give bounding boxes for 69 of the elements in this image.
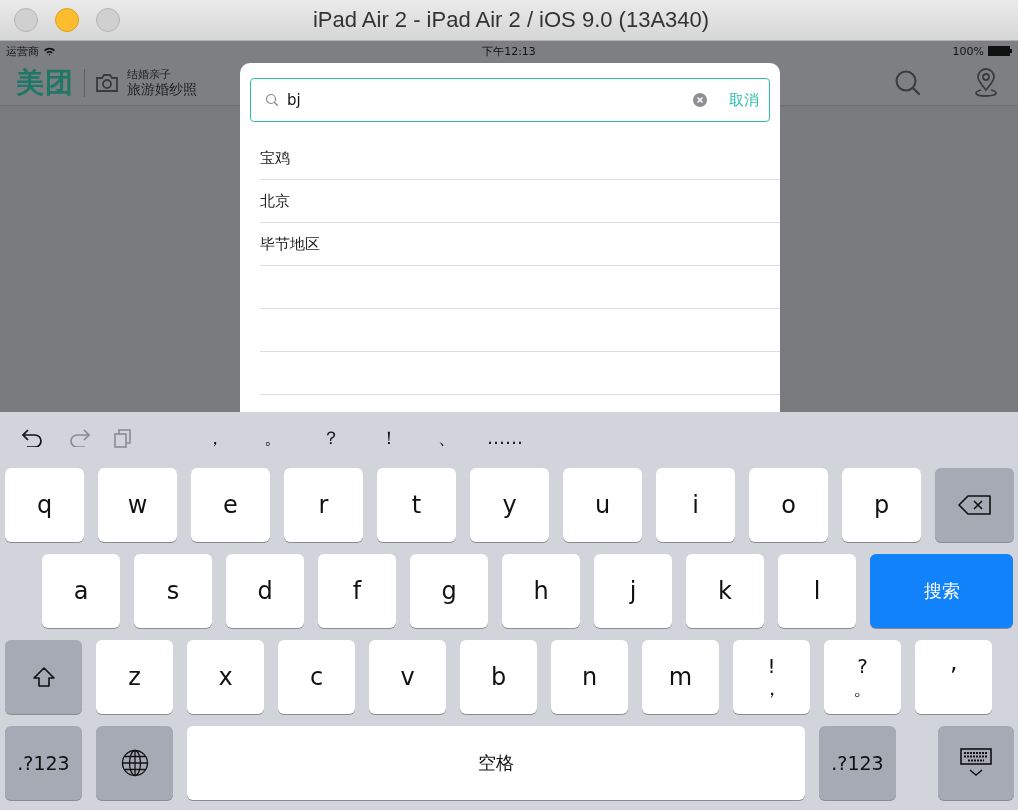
search-field[interactable]: bj 取消 (250, 78, 770, 122)
punctuation-key[interactable]: ? 。 (824, 640, 901, 714)
minimize-window-button[interactable] (55, 8, 79, 32)
dismiss-keyboard-key[interactable] (938, 726, 1014, 800)
letter-key[interactable]: c (278, 640, 355, 714)
search-icon[interactable] (894, 69, 922, 97)
letter-key[interactable]: j (594, 554, 672, 628)
punctuation-suggestion[interactable]: 、 (418, 425, 476, 450)
space-key[interactable]: 空格 (187, 726, 805, 800)
carrier-label: 运营商 (6, 43, 39, 59)
location-pin-icon[interactable] (972, 68, 1000, 98)
letter-key[interactable]: e (191, 468, 270, 542)
globe-key[interactable] (96, 726, 173, 800)
letter-key[interactable]: r (284, 468, 363, 542)
letter-key[interactable]: l (778, 554, 856, 628)
city-result[interactable]: 毕节地区 (260, 223, 780, 266)
punctuation-suggestion[interactable]: ， (186, 425, 244, 450)
letter-key[interactable]: v (369, 640, 446, 714)
letter-key[interactable]: f (318, 554, 396, 628)
zoom-window-button[interactable] (96, 8, 120, 32)
letter-key[interactable]: m (642, 640, 719, 714)
letter-key[interactable]: u (563, 468, 642, 542)
letter-key[interactable]: z (96, 640, 173, 714)
close-window-button[interactable] (14, 8, 38, 32)
punctuation-suggestion[interactable]: ？ (302, 425, 360, 450)
battery-percent: 100% (952, 44, 984, 58)
letter-key[interactable]: n (551, 640, 628, 714)
globe-icon (120, 749, 149, 777)
keyboard-hide-icon (960, 748, 992, 778)
letter-key[interactable]: a (42, 554, 120, 628)
punctuation-suggestion[interactable]: ！ (360, 425, 418, 450)
city-result[interactable]: 北京 (260, 180, 780, 223)
letter-key[interactable]: k (686, 554, 764, 628)
numbers-key[interactable]: .?123 (819, 726, 896, 800)
category-title[interactable]: 旅游婚纱照 (127, 81, 197, 98)
letter-key[interactable]: i (656, 468, 735, 542)
backspace-icon (957, 495, 992, 515)
search-icon (265, 93, 279, 107)
letter-key[interactable]: h (502, 554, 580, 628)
clear-icon[interactable] (693, 93, 707, 107)
status-time: 下午12:13 (482, 43, 536, 59)
punctuation-suggestion[interactable]: …… (476, 425, 534, 450)
undo-icon[interactable] (22, 428, 44, 447)
letter-key[interactable]: b (460, 640, 537, 714)
wifi-icon (43, 46, 56, 56)
letter-key[interactable]: w (98, 468, 177, 542)
punctuation-suggestion[interactable]: 。 (244, 425, 302, 450)
letter-key[interactable]: x (187, 640, 264, 714)
numbers-key[interactable]: .?123 (5, 726, 82, 800)
letter-key[interactable]: y (470, 468, 549, 542)
letter-key[interactable]: q (5, 468, 84, 542)
letter-key[interactable]: t (377, 468, 456, 542)
letter-key[interactable]: g (410, 554, 488, 628)
letter-key[interactable]: s (134, 554, 212, 628)
punctuation-key[interactable]: ! ， (733, 640, 810, 714)
shift-icon (31, 666, 56, 688)
battery-icon (988, 46, 1012, 56)
camera-icon[interactable] (95, 73, 119, 93)
search-key[interactable]: 搜索 (870, 554, 1013, 628)
search-input[interactable]: bj (287, 91, 685, 109)
letter-key[interactable]: ’ (915, 640, 992, 714)
category-subtitle: 结婚亲子 (127, 68, 172, 82)
letter-key[interactable]: d (226, 554, 304, 628)
window-title: iPad Air 2 - iPad Air 2 / iOS 9.0 (13A340) (311, 7, 711, 33)
shift-key[interactable] (5, 640, 82, 714)
city-result[interactable]: 宝鸡 (260, 137, 780, 180)
letter-key[interactable]: p (842, 468, 921, 542)
backspace-key[interactable] (935, 468, 1014, 542)
letter-key[interactable]: o (749, 468, 828, 542)
